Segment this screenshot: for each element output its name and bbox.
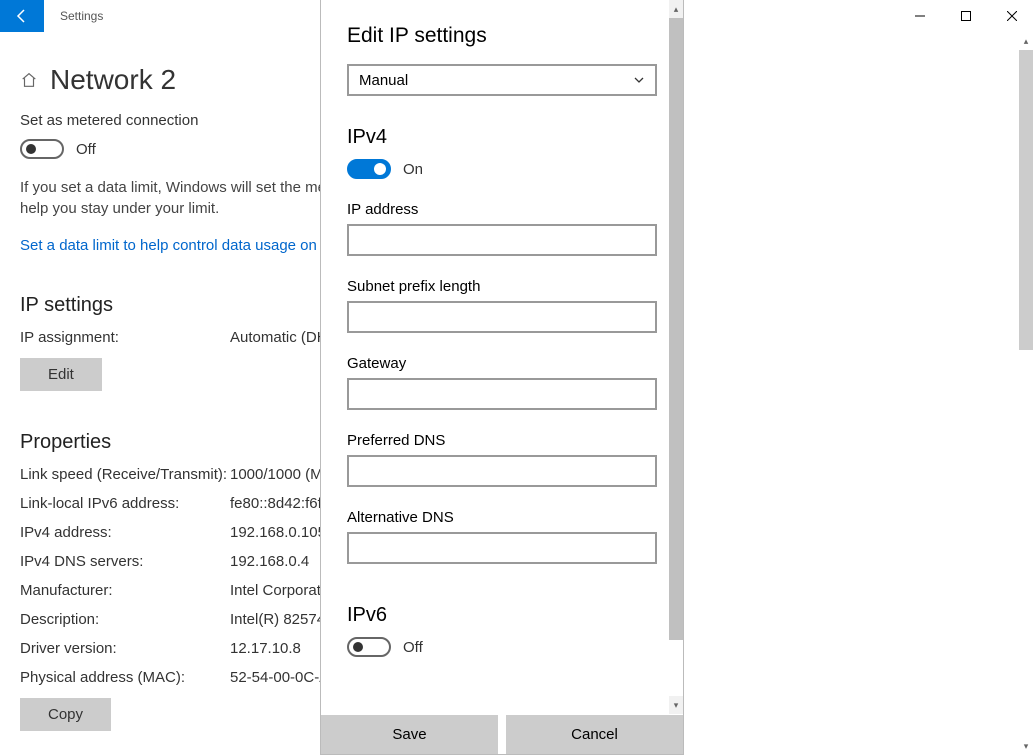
property-value: 192.168.0.4 [230, 553, 309, 570]
close-icon [1007, 11, 1017, 21]
scroll-down-icon[interactable]: ▾ [1017, 737, 1035, 755]
property-key: Manufacturer: [20, 582, 230, 599]
arrow-left-icon [14, 8, 30, 24]
dialog-footer: Save Cancel [321, 714, 683, 754]
dialog-scrollbar[interactable]: ▴ ▾ [669, 0, 683, 714]
ipv4-heading: IPv4 [347, 126, 657, 149]
minimize-button[interactable] [897, 0, 943, 32]
back-button[interactable] [0, 0, 44, 32]
dialog-title: Edit IP settings [347, 24, 657, 48]
ip-assignment-label: IP assignment: [20, 329, 230, 346]
page-scrollbar[interactable]: ▴ ▾ [1017, 32, 1035, 755]
ipv6-heading: IPv6 [347, 604, 657, 627]
minimize-icon [915, 11, 925, 21]
page-title: Network 2 [50, 64, 176, 96]
preferred-dns-input[interactable] [347, 455, 657, 487]
alternative-dns-label: Alternative DNS [347, 509, 657, 526]
window-controls [897, 0, 1035, 32]
property-key: Link speed (Receive/Transmit): [20, 466, 230, 483]
preferred-dns-label: Preferred DNS [347, 432, 657, 449]
metered-toggle[interactable] [20, 139, 64, 159]
copy-button[interactable]: Copy [20, 698, 111, 731]
subnet-label: Subnet prefix length [347, 278, 657, 295]
property-value: fe80::8d42:f6f6 [230, 495, 330, 512]
property-key: Link-local IPv6 address: [20, 495, 230, 512]
property-value: 12.17.10.8 [230, 640, 301, 657]
maximize-icon [961, 11, 971, 21]
save-button[interactable]: Save [321, 714, 498, 754]
ip-mode-select[interactable]: Manual [347, 64, 657, 96]
property-key: Description: [20, 611, 230, 628]
ipv4-toggle[interactable] [347, 159, 391, 179]
metered-state: Off [76, 141, 96, 158]
ip-mode-value: Manual [359, 72, 408, 89]
ip-address-input[interactable] [347, 224, 657, 256]
ipv6-toggle[interactable] [347, 637, 391, 657]
maximize-button[interactable] [943, 0, 989, 32]
close-button[interactable] [989, 0, 1035, 32]
property-value: 52-54-00-0C-A [230, 669, 329, 686]
property-key: IPv4 DNS servers: [20, 553, 230, 570]
property-value: 192.168.0.105 [230, 524, 326, 541]
scroll-up-icon[interactable]: ▴ [1017, 32, 1035, 50]
ipv6-toggle-row: Off [347, 637, 657, 657]
ipv4-state: On [403, 161, 423, 178]
dialog-scrollbar-thumb[interactable] [669, 18, 683, 640]
edit-ip-dialog: Edit IP settings Manual IPv4 On IP addre… [320, 0, 684, 755]
chevron-down-icon [633, 74, 645, 86]
property-key: Driver version: [20, 640, 230, 657]
edit-button[interactable]: Edit [20, 358, 102, 391]
property-key: Physical address (MAC): [20, 669, 230, 686]
alternative-dns-input[interactable] [347, 532, 657, 564]
scrollbar-thumb[interactable] [1019, 50, 1033, 350]
dialog-scroll-up-icon[interactable]: ▴ [669, 0, 683, 18]
property-key: IPv4 address: [20, 524, 230, 541]
home-icon [20, 71, 38, 89]
gateway-label: Gateway [347, 355, 657, 372]
ipv6-state: Off [403, 639, 423, 656]
subnet-input[interactable] [347, 301, 657, 333]
ip-address-label: IP address [347, 201, 657, 218]
dialog-body: Edit IP settings Manual IPv4 On IP addre… [321, 0, 683, 714]
dialog-scroll-down-icon[interactable]: ▾ [669, 696, 683, 714]
cancel-button[interactable]: Cancel [506, 714, 683, 754]
ipv4-toggle-row: On [347, 159, 657, 179]
gateway-input[interactable] [347, 378, 657, 410]
